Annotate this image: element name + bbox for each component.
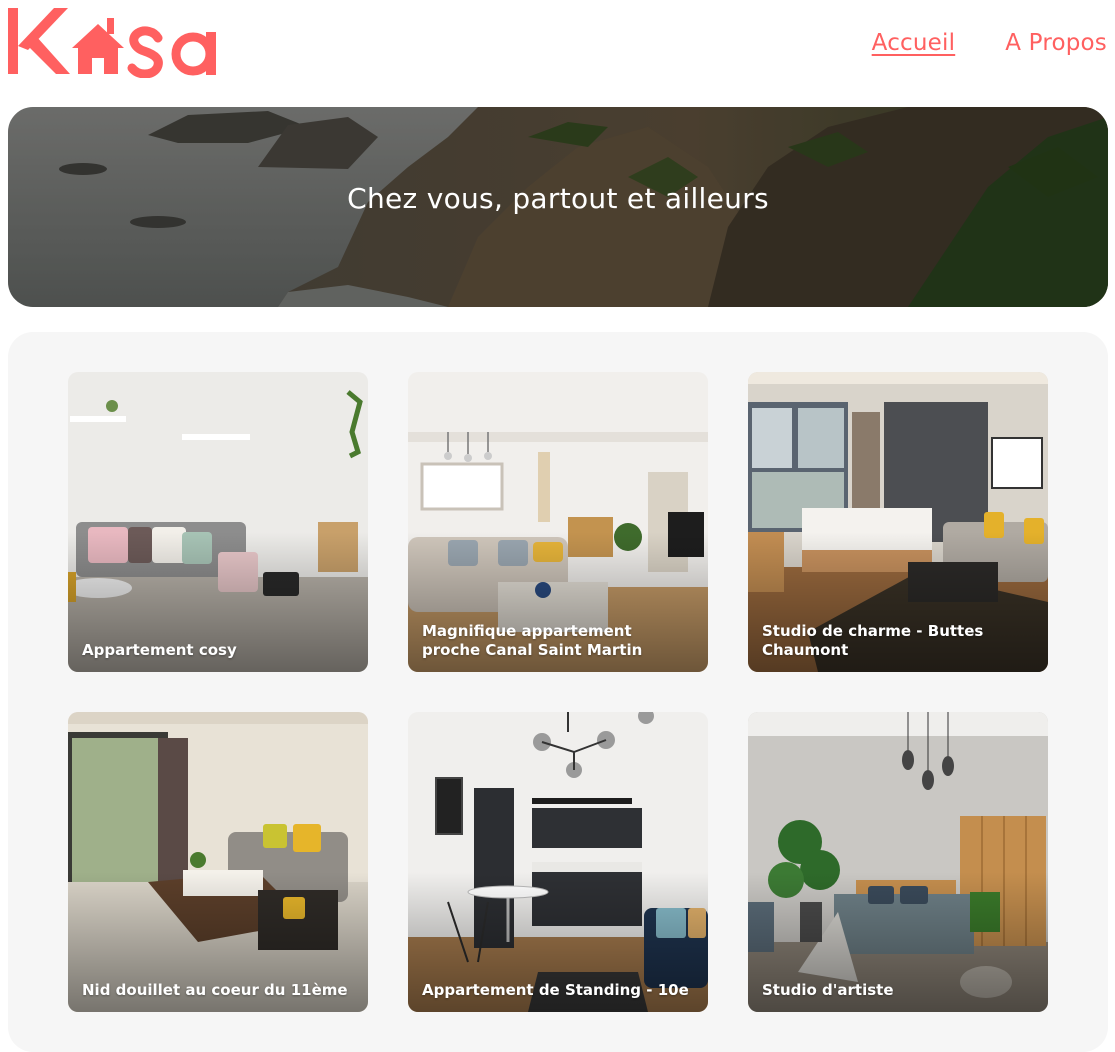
listing-title: Appartement de Standing - 10e <box>422 981 689 999</box>
listing-card[interactable]: Studio d'artiste <box>748 712 1048 1012</box>
listings-gallery: Appartement cosy Magnifique appartement … <box>8 332 1108 1052</box>
nav-link-a-propos[interactable]: A Propos <box>1005 30 1107 56</box>
logo-graphic <box>8 8 216 78</box>
listing-card[interactable]: Studio de charme - Buttes Chaumont <box>748 372 1048 672</box>
kasa-logo[interactable] <box>6 4 222 78</box>
listing-card[interactable]: Magnifique appartement proche Canal Sain… <box>408 372 708 672</box>
listing-card[interactable]: Appartement cosy <box>68 372 368 672</box>
nav-link-accueil[interactable]: Accueil <box>872 30 956 56</box>
listing-card[interactable]: Nid douillet au coeur du 11ème <box>68 712 368 1012</box>
listing-title: Studio de charme - Buttes Chaumont <box>762 622 984 659</box>
listing-title: Studio d'artiste <box>762 981 894 999</box>
listing-card[interactable]: Appartement de Standing - 10e <box>408 712 708 1012</box>
house-icon <box>72 18 124 74</box>
hero-banner: Chez vous, partout et ailleurs <box>8 107 1108 307</box>
listing-title: Magnifique appartement proche Canal Sain… <box>422 622 643 659</box>
header: Accueil A Propos <box>0 0 1115 100</box>
banner-title: Chez vous, partout et ailleurs <box>347 182 769 215</box>
listing-title: Appartement cosy <box>82 641 237 659</box>
listing-title: Nid douillet au coeur du 11ème <box>82 981 348 999</box>
main-nav: Accueil A Propos <box>872 30 1107 56</box>
